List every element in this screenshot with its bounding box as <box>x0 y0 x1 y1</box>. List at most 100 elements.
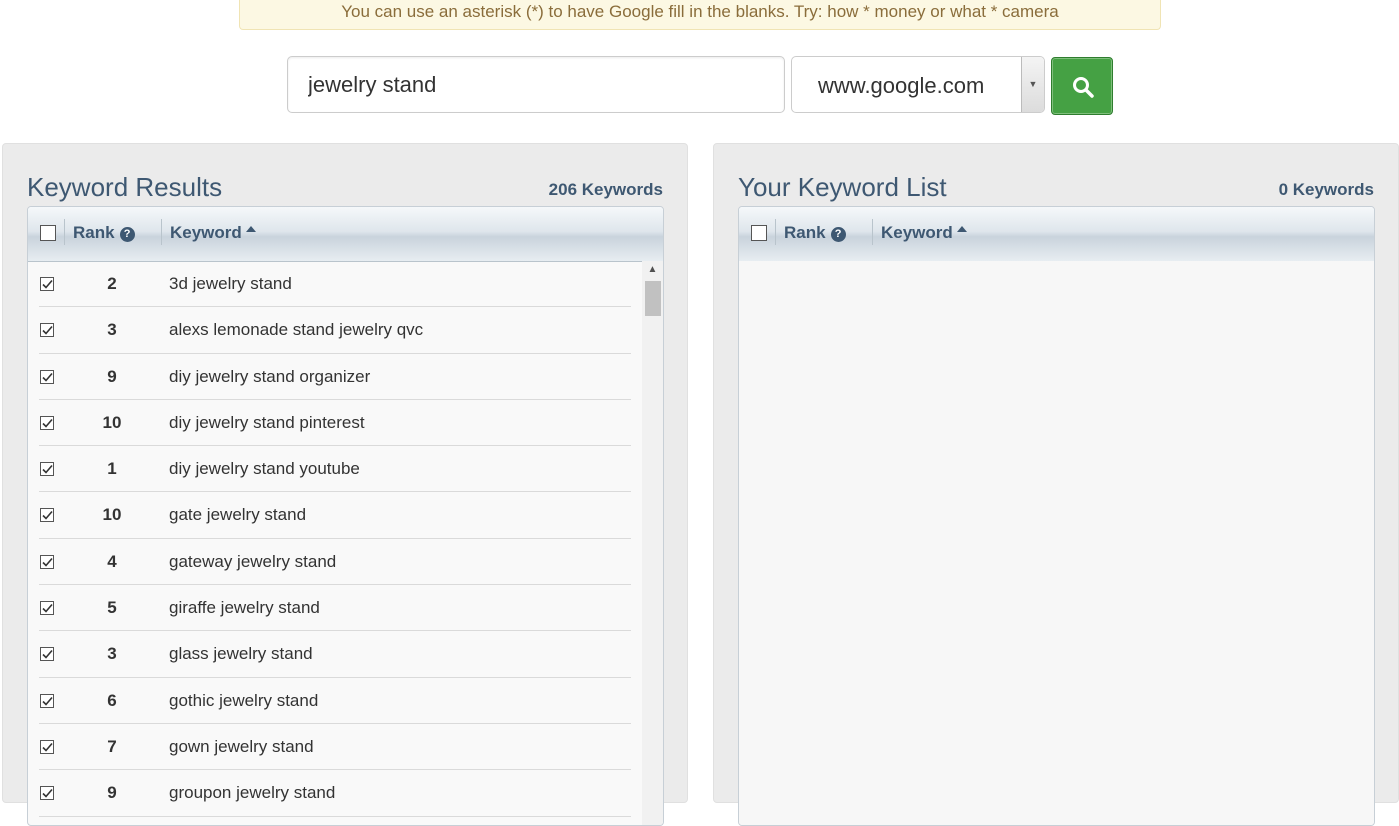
column-divider <box>161 219 162 245</box>
row-rank: 6 <box>107 690 117 710</box>
row-keyword: diy jewelry stand organizer <box>169 366 371 386</box>
keyword-results-rows: 2 3d jewelry stand 3 alexs lemonade stand j… <box>28 261 663 825</box>
checkmark-icon <box>42 326 53 335</box>
row-keyword: 3d jewelry stand <box>169 274 292 293</box>
table-row[interactable]: 10 gate jewelry stand <box>39 492 631 539</box>
row-checkbox[interactable] <box>40 554 54 569</box>
checkmark-icon <box>42 372 53 382</box>
row-keyword: gown jewelry stand <box>169 736 314 756</box>
table-row[interactable]: 5 giraffe jewelry stand <box>39 585 631 632</box>
select-all-checkbox[interactable] <box>751 225 767 241</box>
row-checkbox[interactable] <box>40 739 54 754</box>
keyword-results-title: Keyword Results <box>27 172 223 202</box>
table-row[interactable]: 10 diy jewelry stand pinterest <box>39 400 631 447</box>
table-header: Rank? Keyword <box>739 207 1374 262</box>
row-keyword: glass jewelry stand <box>169 644 313 664</box>
search-icon <box>1073 77 1094 98</box>
row-rank: 3 <box>107 644 117 664</box>
row-checkbox[interactable] <box>40 462 54 477</box>
keyword-column-header[interactable]: Keyword <box>881 223 967 243</box>
row-keyword: giraffe jewelry stand <box>169 598 320 618</box>
keyword-results-table: Rank? Keyword 2 3d jewelry stand 3 alexs le… <box>27 206 664 826</box>
keyword-column-label: Keyword <box>881 223 953 242</box>
checkmark-icon <box>42 511 53 521</box>
rank-column-label: Rank <box>73 223 115 242</box>
scroll-thumb[interactable] <box>645 281 661 316</box>
column-divider <box>872 219 873 245</box>
keyword-list-empty-body <box>739 261 1374 825</box>
row-rank: 10 <box>102 505 122 525</box>
row-rank: 4 <box>107 551 117 571</box>
checkmark-icon <box>42 557 53 567</box>
checkmark-icon <box>42 279 53 289</box>
google-domain-select[interactable]: www.google.com ▼ <box>791 56 1045 113</box>
search-button[interactable] <box>1051 57 1113 115</box>
chevron-down-icon[interactable]: ▼ <box>1021 57 1044 112</box>
row-keyword: diy jewelry stand youtube <box>169 459 360 479</box>
table-row[interactable]: 6 gothic jewelry stand <box>39 678 631 724</box>
row-keyword: groupon jewelry stand <box>169 783 336 803</box>
keyword-column-header[interactable]: Keyword <box>170 223 256 243</box>
column-divider <box>64 219 65 245</box>
keyword-results-count: 206 Keywords <box>548 180 663 199</box>
table-row[interactable]: 7 gown jewelry stand <box>39 724 631 771</box>
rank-column-header[interactable]: Rank? <box>784 223 846 243</box>
row-checkbox[interactable] <box>40 508 54 523</box>
keyword-list-title: Your Keyword List <box>738 172 947 202</box>
row-checkbox[interactable] <box>40 601 54 616</box>
row-checkbox[interactable] <box>40 369 54 384</box>
row-keyword: gateway jewelry stand <box>169 551 337 571</box>
help-icon[interactable]: ? <box>119 227 135 242</box>
keyword-results-panel: Keyword Results 206 Keywords Rank? Keywo… <box>2 143 688 826</box>
row-keyword: alexs lemonade stand jewelry qvc <box>169 320 424 340</box>
keyword-column-label: Keyword <box>170 223 242 242</box>
select-all-checkbox[interactable] <box>40 225 56 241</box>
keyword-list-count: 0 Keywords <box>1278 180 1374 199</box>
checkmark-icon <box>42 742 53 752</box>
row-rank: 9 <box>107 366 117 386</box>
keyword-list-panel: Your Keyword List 0 Keywords Rank? Keywo… <box>713 143 1399 826</box>
row-checkbox[interactable] <box>40 786 54 801</box>
checkmark-icon <box>42 789 53 798</box>
results-scrollbar[interactable]: ▲ <box>642 261 663 825</box>
checkmark-icon <box>42 696 53 706</box>
row-rank: 7 <box>107 736 117 756</box>
table-row[interactable]: 2 3d jewelry stand <box>39 261 631 308</box>
keyword-search-input[interactable] <box>287 56 785 113</box>
row-checkbox[interactable] <box>40 415 54 430</box>
checkmark-icon <box>42 418 53 428</box>
row-checkbox[interactable] <box>40 647 54 662</box>
checkmark-icon <box>42 604 53 613</box>
row-checkbox[interactable] <box>40 693 54 708</box>
row-rank: 3 <box>107 320 117 340</box>
row-checkbox[interactable] <box>40 323 54 338</box>
checkmark-icon <box>42 465 53 474</box>
table-row[interactable]: 3 glass jewelry stand <box>39 631 631 678</box>
rank-column-header[interactable]: Rank? <box>73 223 135 243</box>
column-divider <box>775 219 776 245</box>
row-rank: 1 <box>107 459 117 479</box>
sort-asc-icon <box>956 226 967 232</box>
row-checkbox[interactable] <box>40 277 54 291</box>
rank-column-label: Rank <box>784 223 826 242</box>
table-row[interactable]: 9 diy jewelry stand organizer <box>39 354 631 400</box>
sort-asc-icon <box>245 226 256 232</box>
help-icon[interactable]: ? <box>830 227 846 242</box>
row-keyword: gate jewelry stand <box>169 505 307 525</box>
scroll-up-arrow-icon[interactable]: ▲ <box>642 261 663 279</box>
row-rank: 5 <box>107 598 117 618</box>
row-rank: 9 <box>107 783 117 803</box>
row-rank: 2 <box>107 274 117 293</box>
tip-banner: You can use an asterisk (*) to have Goog… <box>239 0 1161 30</box>
table-row[interactable]: 9 groupon jewelry stand <box>39 770 631 817</box>
domain-select-value: www.google.com <box>818 73 985 98</box>
keyword-list-table: Rank? Keyword <box>738 206 1375 826</box>
checkmark-icon <box>42 650 53 660</box>
table-row[interactable]: 4 gateway jewelry stand <box>39 539 631 586</box>
row-rank: 10 <box>102 412 122 432</box>
row-keyword: diy jewelry stand pinterest <box>169 412 365 432</box>
table-row[interactable]: 1 diy jewelry stand youtube <box>39 446 631 493</box>
table-header: Rank? Keyword <box>28 207 663 262</box>
table-row[interactable]: 3 alexs lemonade stand jewelry qvc <box>39 307 631 354</box>
row-keyword: gothic jewelry stand <box>169 690 319 710</box>
